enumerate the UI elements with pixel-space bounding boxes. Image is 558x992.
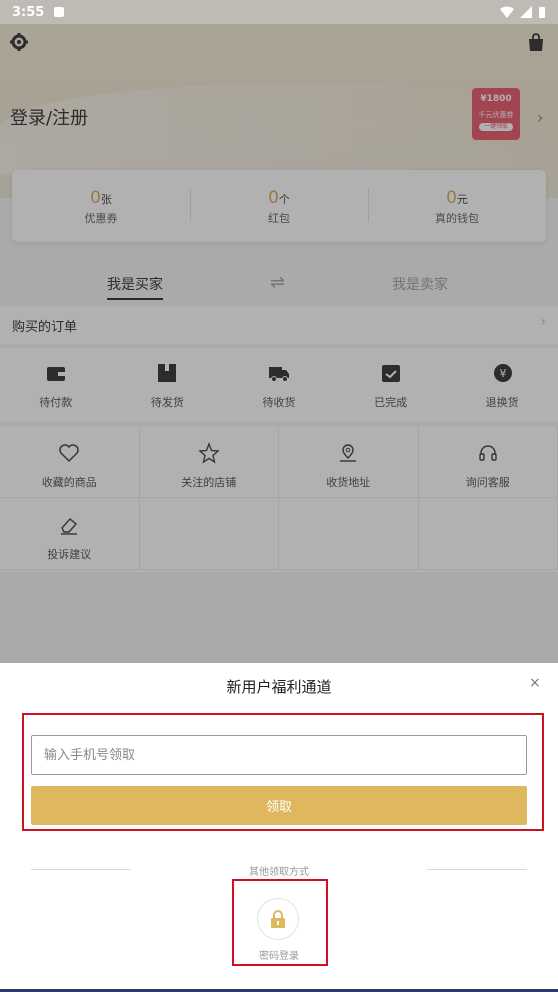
notification-icon: [54, 7, 65, 17]
status-bar: 3:55: [0, 0, 558, 24]
new-user-bottom-sheet: 新用户福利通道 × 领取 其他领取方式 密码登录: [0, 663, 558, 992]
wifi-icon: [500, 6, 514, 18]
claim-button[interactable]: 领取: [31, 786, 527, 825]
password-login-label[interactable]: 密码登录: [0, 947, 558, 962]
other-methods-label: 其他领取方式: [249, 867, 309, 878]
modal-backdrop[interactable]: [0, 0, 558, 663]
lock-icon: [271, 910, 285, 928]
signal-icon: [520, 6, 532, 18]
battery-icon: [539, 6, 545, 18]
status-icons: [500, 6, 546, 19]
status-time: 3:55: [12, 4, 45, 20]
close-icon[interactable]: ×: [529, 675, 541, 691]
sheet-title: 新用户福利通道: [226, 678, 332, 696]
phone-input[interactable]: [31, 735, 527, 775]
password-login-button[interactable]: [257, 898, 299, 940]
